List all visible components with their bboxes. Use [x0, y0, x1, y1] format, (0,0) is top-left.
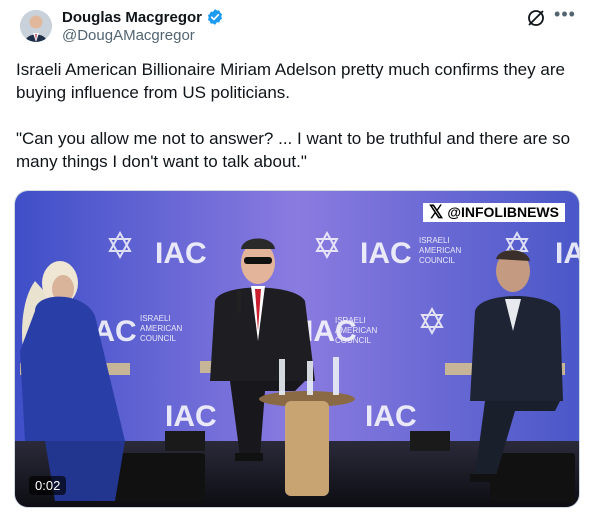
verified-badge-icon [206, 8, 224, 26]
avatar[interactable] [20, 10, 52, 42]
backdrop-sub: ISRAELI [140, 314, 171, 323]
tweet-quote: "Can you allow me not to answer? ... I w… [16, 129, 571, 171]
backdrop-logo: IAC [360, 237, 412, 270]
backdrop-sub: ISRAELI [419, 236, 450, 245]
backdrop-sub: COUNCIL [140, 334, 177, 343]
video-frame: IAC IAC IAC IAC IAC IAC IAC ISRAELI AMER… [15, 191, 580, 507]
backdrop-sub: AMERICAN [335, 326, 377, 335]
backdrop-logo: IAC [155, 237, 207, 270]
backdrop-logo: IAC [365, 400, 417, 433]
backdrop-sub: COUNCIL [335, 336, 372, 345]
author-handle[interactable]: @DougAMacgregor [62, 27, 195, 44]
x-logo-icon: 𝕏 [428, 202, 444, 222]
source-badge: 𝕏 @INFOLIBNEWS [422, 202, 565, 222]
tweet-header: Douglas Macgregor @DougAMacgregor ••• [16, 5, 576, 48]
video-timestamp: 0:02 [29, 476, 67, 495]
backdrop-logo: IAC [165, 400, 217, 433]
backdrop-sub: AMERICAN [419, 246, 461, 255]
backdrop-sub: COUNCIL [419, 256, 456, 265]
backdrop-sub: AMERICAN [140, 324, 182, 333]
grok-icon[interactable] [526, 8, 546, 28]
tweet-text-line: Israeli American Billionaire Miriam Adel… [16, 60, 565, 102]
badge-label: @INFOLIBNEWS [447, 204, 559, 220]
author-name[interactable]: Douglas Macgregor [62, 9, 202, 26]
video-player[interactable]: IAC IAC IAC IAC IAC IAC IAC ISRAELI AMER… [14, 190, 580, 508]
tweet-body: Israeli American Billionaire Miriam Adel… [16, 58, 576, 173]
backdrop-sub: ISRAELI [335, 316, 366, 325]
more-icon[interactable]: ••• [554, 5, 576, 28]
backdrop-logo: IAC [555, 237, 580, 270]
